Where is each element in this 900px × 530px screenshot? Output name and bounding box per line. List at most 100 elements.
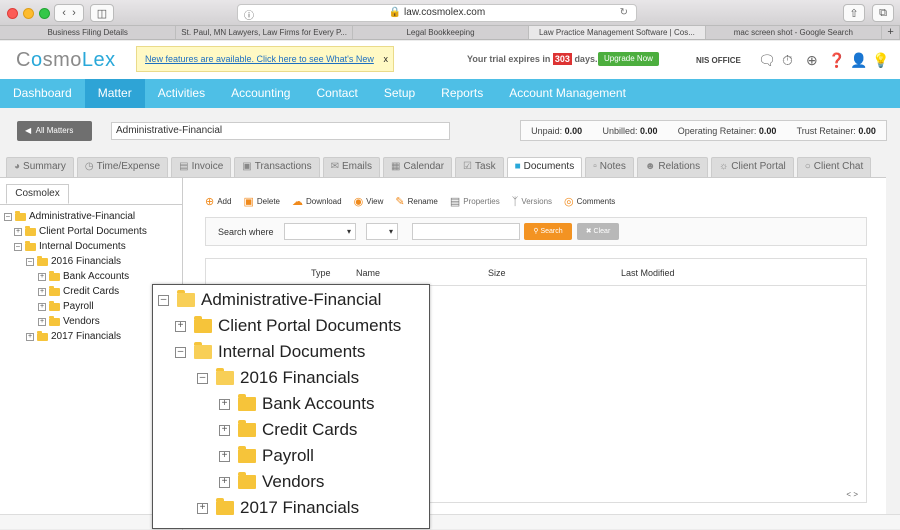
expand-icon[interactable]: + [38, 302, 46, 311]
expand-icon[interactable]: + [38, 272, 46, 281]
search-field-select[interactable]: ▾ [284, 223, 356, 240]
address-bar[interactable]: 🔒 law.cosmolex.com ↻ [237, 4, 637, 22]
sidebar-toggle-button[interactable]: ◫ [90, 4, 114, 22]
expand-icon[interactable]: + [219, 398, 230, 410]
tab-documents[interactable]: ■ Documents [506, 157, 583, 177]
expand-icon[interactable]: + [219, 424, 230, 436]
collapse-icon[interactable]: – [175, 346, 186, 358]
tab-client-portal[interactable]: ☼ Client Portal [711, 157, 794, 177]
search-button[interactable]: ⚲ Search [524, 223, 572, 240]
privacy-icon[interactable]: ⓘ [244, 7, 254, 22]
timer-icon[interactable]: ⏱ [782, 52, 793, 69]
tab-time-expense[interactable]: ◷ Time/Expense [76, 157, 169, 177]
search-input[interactable] [412, 223, 520, 240]
browser-tab[interactable]: mac screen shot - Google Search [706, 26, 883, 39]
expand-icon[interactable]: + [14, 227, 22, 236]
horizontal-scroll-arrows[interactable]: < > [846, 490, 858, 499]
matter-name-input[interactable]: Administrative-Financial [111, 122, 450, 140]
expand-icon[interactable]: + [219, 476, 230, 488]
zoom-node-bank[interactable]: + Bank Accounts [219, 394, 374, 414]
expand-icon[interactable]: + [38, 287, 46, 296]
tree-node-credit[interactable]: + Credit Cards [38, 285, 119, 297]
tab-task[interactable]: ☑ Task [455, 157, 504, 177]
tab-transactions[interactable]: ▣ Transactions [234, 157, 320, 177]
all-matters-button[interactable]: ◀ All Matters [17, 121, 92, 141]
notice-close-button[interactable]: x [384, 54, 389, 64]
zoom-node-2016[interactable]: – 2016 Financials [197, 368, 359, 388]
share-button[interactable]: ⇧ [843, 4, 865, 22]
tab-calendar[interactable]: ▦ Calendar [383, 157, 453, 177]
zoom-node-credit[interactable]: + Credit Cards [219, 420, 357, 440]
upgrade-now-button[interactable]: Upgrade Now [598, 52, 659, 66]
expand-icon[interactable]: + [175, 320, 186, 332]
expand-icon[interactable]: + [197, 502, 208, 514]
nav-accounting[interactable]: Accounting [218, 79, 303, 108]
collapse-icon[interactable]: – [26, 257, 34, 266]
help-icon[interactable]: ❓ [828, 52, 845, 69]
tab-emails[interactable]: ✉ Emails [322, 157, 380, 177]
properties-button[interactable]: ▤ Properties [450, 195, 500, 208]
tree-node-payroll[interactable]: + Payroll [38, 300, 94, 312]
browser-tab-active[interactable]: Law Practice Management Software | Cos..… [529, 26, 706, 39]
tree-node-2017[interactable]: +2017 Financials [26, 330, 121, 342]
rename-button[interactable]: ✎ Rename [395, 195, 437, 208]
nav-setup[interactable]: Setup [371, 79, 428, 108]
nav-activities[interactable]: Activities [145, 79, 218, 108]
expand-icon[interactable]: + [219, 450, 230, 462]
tree-node-vendors[interactable]: + Vendors [38, 315, 100, 327]
add-button[interactable]: ⊕ Add [205, 195, 231, 208]
back-forward-buttons[interactable]: ‹ › [54, 4, 84, 22]
chevron-left-icon[interactable]: ‹ [62, 7, 66, 19]
zoom-node-payroll[interactable]: + Payroll [219, 446, 314, 466]
delete-button[interactable]: ▣ Delete [243, 195, 280, 208]
chat-icon[interactable]: 🗨 [758, 52, 776, 69]
reload-icon[interactable]: ↻ [620, 5, 628, 21]
collapse-icon[interactable]: – [158, 294, 169, 306]
zoom-node-internal[interactable]: – Internal Documents [175, 342, 365, 362]
nav-dashboard[interactable]: Dashboard [0, 79, 85, 108]
search-operator-select[interactable]: ▾ [366, 223, 398, 240]
column-name[interactable]: Name [356, 268, 380, 278]
add-circle-icon[interactable]: ⊕ [806, 52, 818, 69]
nav-reports[interactable]: Reports [428, 79, 496, 108]
whats-new-link[interactable]: New features are available. Click here t… [145, 54, 374, 64]
tab-notes[interactable]: ▫ Notes [585, 157, 634, 177]
tree-node-root[interactable]: – Administrative-Financial [4, 210, 135, 222]
column-last-modified[interactable]: Last Modified [621, 268, 675, 278]
versions-button[interactable]: ᛉ Versions [512, 195, 552, 208]
clear-button[interactable]: ✖ Clear [577, 223, 619, 240]
nav-matter[interactable]: Matter [84, 79, 145, 108]
zoom-window-button[interactable] [39, 8, 50, 19]
browser-tab[interactable]: St. Paul, MN Lawyers, Law Firms for Ever… [176, 26, 353, 39]
zoom-node-root[interactable]: – Administrative-Financial [158, 290, 381, 310]
browser-tab[interactable]: Business Filing Details [0, 26, 177, 39]
tree-node-client-portal[interactable]: + Client Portal Documents [14, 225, 147, 237]
tab-client-chat[interactable]: ○ Client Chat [796, 157, 872, 177]
expand-icon[interactable]: + [26, 332, 34, 341]
column-size[interactable]: Size [488, 268, 506, 278]
tab-relations[interactable]: ☻ Relations [636, 157, 709, 177]
nav-account-management[interactable]: Account Management [496, 79, 639, 108]
close-window-button[interactable] [7, 8, 18, 19]
zoom-node-vendors[interactable]: + Vendors [219, 472, 324, 492]
tree-node-internal[interactable]: – Internal Documents [14, 240, 126, 252]
collapse-icon[interactable]: – [4, 212, 12, 221]
nav-contact[interactable]: Contact [303, 79, 370, 108]
download-button[interactable]: ☁ Download [292, 195, 342, 208]
cosmolex-logo[interactable]: CosmoLex [16, 49, 116, 72]
collapse-icon[interactable]: – [14, 242, 22, 251]
tabs-overview-button[interactable]: ⧉ [872, 4, 894, 22]
zoom-node-client-portal[interactable]: + Client Portal Documents [175, 316, 401, 336]
minimize-window-button[interactable] [23, 8, 34, 19]
user-icon[interactable]: 👤 [850, 52, 867, 69]
lightbulb-icon[interactable]: 💡 [872, 52, 889, 69]
tree-node-bank[interactable]: + Bank Accounts [38, 270, 129, 282]
new-tab-button[interactable]: + [882, 26, 900, 39]
zoom-node-2017[interactable]: +2017 Financials [197, 498, 359, 518]
column-type[interactable]: Type [311, 268, 331, 278]
comments-button[interactable]: ◎ Comments [564, 195, 615, 208]
tab-invoice[interactable]: ▤ Invoice [171, 157, 232, 177]
collapse-icon[interactable]: – [197, 372, 208, 384]
browser-tab[interactable]: Legal Bookkeeping [353, 26, 530, 39]
chevron-right-icon[interactable]: › [72, 7, 76, 19]
